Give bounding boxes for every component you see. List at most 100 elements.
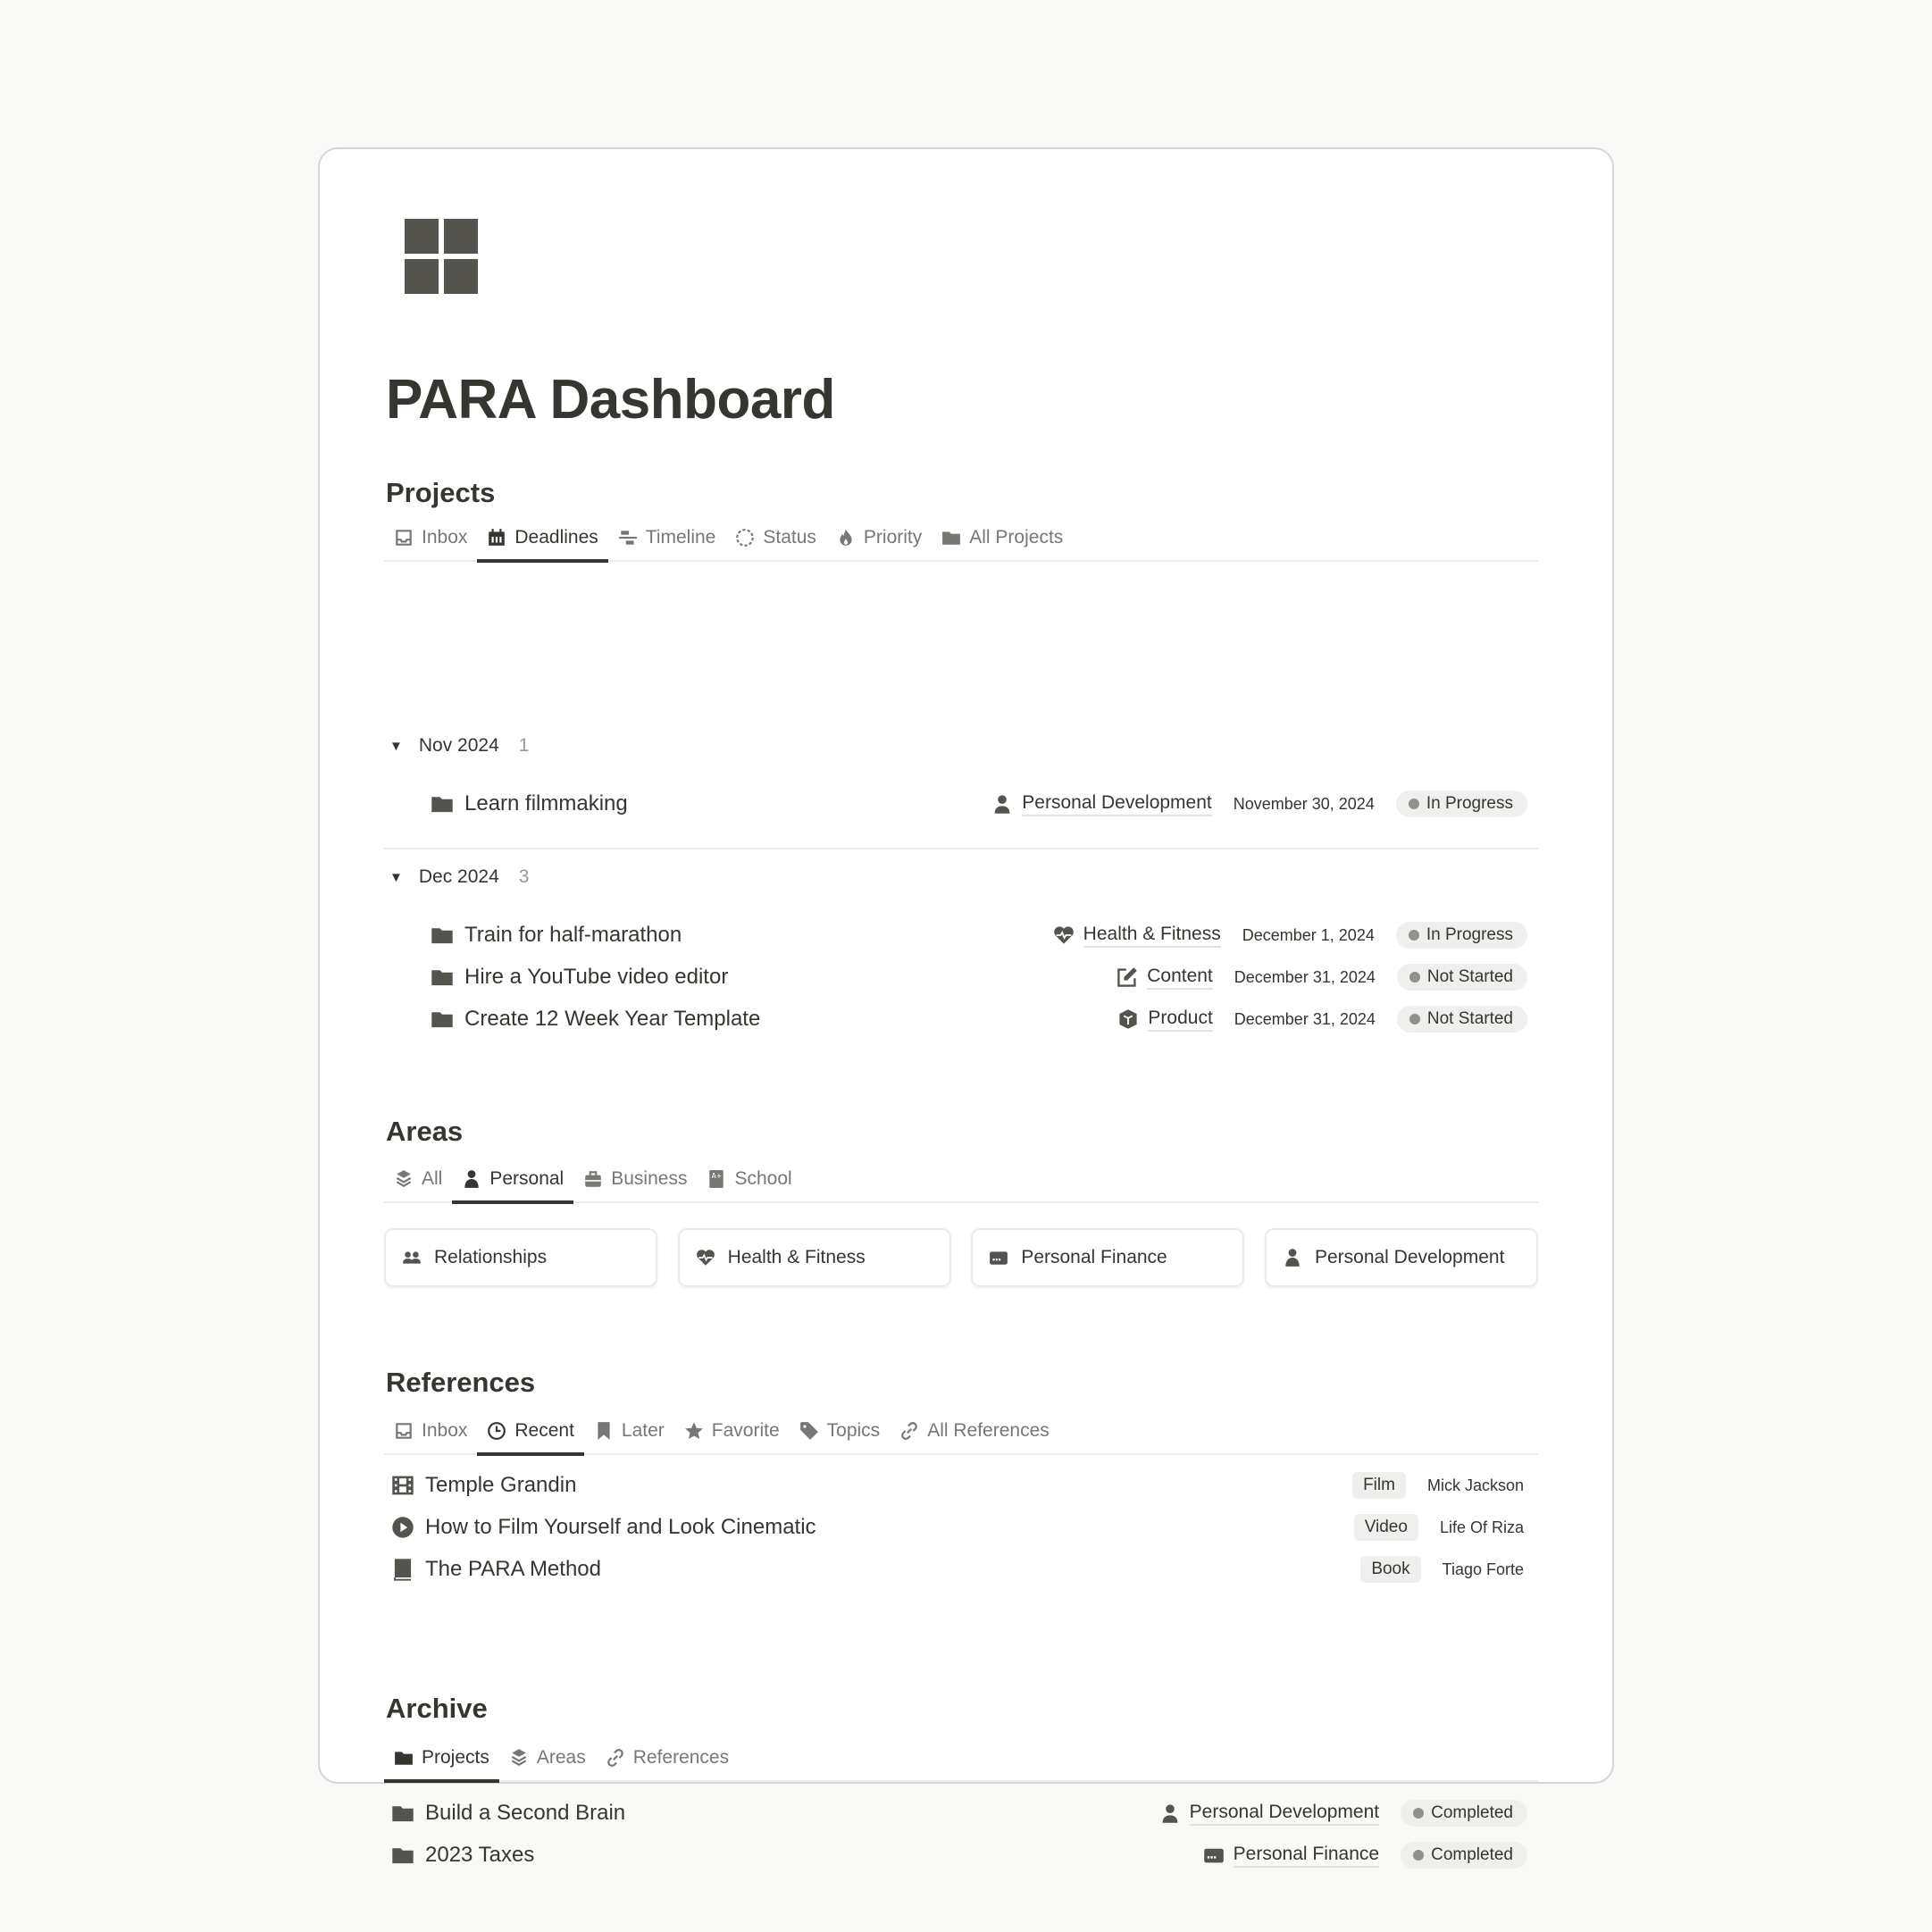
people-icon [402, 1248, 422, 1267]
project-row[interactable]: Hire a YouTube video editor Content Dece… [431, 957, 1527, 998]
inbox-icon [394, 1421, 414, 1441]
tab-areas-business[interactable]: Business [573, 1156, 697, 1202]
tab-projects-status[interactable]: Status [725, 514, 826, 561]
status-badge[interactable]: Completed [1401, 1842, 1527, 1869]
tab-references-recent[interactable]: Recent [477, 1408, 584, 1456]
folder-icon [394, 1748, 414, 1768]
wallet-card-icon [1203, 1844, 1225, 1866]
area-card-personal-development[interactable]: Personal Development [1264, 1228, 1538, 1287]
heart-pulse-icon [1053, 924, 1075, 946]
type-tag[interactable]: Video [1353, 1514, 1418, 1541]
clock-icon [487, 1421, 506, 1441]
archive-row[interactable]: 2023 Taxes Personal Finance Completed [391, 1835, 1527, 1876]
references-heading: References [386, 1367, 536, 1398]
inbox-icon [394, 528, 414, 548]
calendar-icon [487, 528, 506, 548]
grid-icon[interactable] [405, 219, 480, 294]
group-dec-2024[interactable]: ▼ Dec 2024 3 [389, 866, 529, 888]
person-icon [1283, 1248, 1302, 1267]
tab-references-topics[interactable]: Topics [790, 1408, 891, 1454]
author: Mick Jackson [1426, 1476, 1524, 1494]
areas-tabs: All Personal Business A+ School [384, 1156, 1538, 1204]
page-title: PARA Dashboard [386, 369, 835, 431]
box-icon [1117, 1008, 1139, 1030]
layers-icon [394, 1169, 414, 1189]
reference-row[interactable]: The PARA Method Book Tiago Forte [391, 1549, 1524, 1590]
tab-references-favorite[interactable]: Favorite [674, 1408, 790, 1454]
grade-book-icon: A+ [707, 1169, 726, 1189]
type-tag[interactable]: Film [1352, 1472, 1406, 1499]
status-badge[interactable]: Not Started [1396, 964, 1527, 991]
status-circle-icon [735, 528, 755, 548]
page-card: PARA Dashboard Projects Inbox Deadlines … [318, 147, 1614, 1869]
heart-pulse-icon [696, 1248, 715, 1267]
wallet-card-icon [989, 1248, 1008, 1267]
status-badge[interactable]: Not Started [1396, 1006, 1527, 1033]
area-relation[interactable]: Personal Development [991, 791, 1212, 816]
area-relation[interactable]: Health & Fitness [1053, 923, 1221, 948]
timeline-icon [618, 528, 638, 548]
tab-references-all[interactable]: All References [890, 1408, 1059, 1454]
folder-icon [391, 1844, 414, 1867]
flame-icon [836, 528, 856, 548]
tab-projects-all[interactable]: All Projects [932, 514, 1073, 561]
deadline-date: November 30, 2024 [1233, 794, 1375, 813]
references-tabs: Inbox Recent Later Favorite Topics All R… [384, 1408, 1538, 1456]
layers-icon [509, 1748, 529, 1768]
tab-projects-priority[interactable]: Priority [826, 514, 932, 561]
type-tag[interactable]: Book [1360, 1556, 1421, 1583]
folder-icon [431, 924, 454, 947]
deadline-date: December 31, 2024 [1234, 1009, 1376, 1028]
project-row[interactable]: Create 12 Week Year Template Product Dec… [431, 999, 1527, 1040]
group-nov-2024[interactable]: ▼ Nov 2024 1 [389, 735, 529, 757]
status-badge[interactable]: Completed [1401, 1800, 1527, 1827]
folder-icon [431, 966, 454, 989]
book-icon [391, 1558, 414, 1581]
link-icon [899, 1421, 919, 1441]
deadline-date: December 31, 2024 [1234, 967, 1376, 986]
tab-archive-areas[interactable]: Areas [499, 1735, 596, 1781]
tag-icon [799, 1421, 819, 1441]
folder-icon [431, 792, 454, 815]
reference-row[interactable]: How to Film Yourself and Look Cinematic … [391, 1507, 1524, 1548]
play-circle-icon [391, 1516, 414, 1539]
folder-icon [391, 1802, 414, 1825]
area-relation[interactable]: Personal Development [1159, 1801, 1380, 1826]
areas-heading: Areas [386, 1116, 464, 1147]
area-card-health-fitness[interactable]: Health & Fitness [677, 1228, 951, 1287]
area-relation[interactable]: Product [1117, 1007, 1213, 1032]
reference-row[interactable]: Temple Grandin Film Mick Jackson [391, 1465, 1524, 1506]
edit-icon [1117, 966, 1138, 988]
tab-references-inbox[interactable]: Inbox [384, 1408, 477, 1454]
tab-archive-projects[interactable]: Projects [384, 1735, 499, 1783]
area-relation[interactable]: Content [1117, 965, 1213, 990]
status-badge[interactable]: In Progress [1395, 922, 1527, 949]
star-icon [684, 1421, 704, 1441]
project-row[interactable]: Train for half-marathon Health & Fitness… [431, 915, 1527, 956]
area-card-personal-finance[interactable]: Personal Finance [971, 1228, 1245, 1287]
folder-icon [941, 528, 961, 548]
collapse-triangle-icon[interactable]: ▼ [389, 870, 403, 885]
tab-references-later[interactable]: Later [584, 1408, 674, 1454]
project-row[interactable]: Learn filmmaking Personal Development No… [431, 783, 1527, 824]
film-icon [391, 1474, 414, 1497]
group-divider [384, 848, 1538, 849]
tab-projects-timeline[interactable]: Timeline [608, 514, 726, 561]
tab-projects-inbox[interactable]: Inbox [384, 514, 477, 561]
status-badge[interactable]: In Progress [1395, 790, 1527, 817]
area-cards: Relationships Health & Fitness Personal … [384, 1228, 1538, 1287]
archive-tabs: Projects Areas References [384, 1735, 1538, 1783]
archive-row[interactable]: Build a Second Brain Personal Developmen… [391, 1793, 1527, 1834]
projects-tabs: Inbox Deadlines Timeline Status Priority… [384, 514, 1538, 563]
tab-areas-personal[interactable]: Personal [452, 1156, 574, 1204]
tab-areas-school[interactable]: A+ School [697, 1156, 801, 1202]
area-card-relationships[interactable]: Relationships [384, 1228, 657, 1287]
person-icon [1159, 1802, 1181, 1824]
area-relation[interactable]: Personal Finance [1203, 1843, 1380, 1868]
tab-projects-deadlines[interactable]: Deadlines [477, 514, 609, 563]
tab-archive-references[interactable]: References [596, 1735, 739, 1781]
collapse-triangle-icon[interactable]: ▼ [389, 739, 403, 754]
person-icon [462, 1169, 481, 1189]
tab-areas-all[interactable]: All [384, 1156, 452, 1202]
person-icon [991, 793, 1013, 815]
